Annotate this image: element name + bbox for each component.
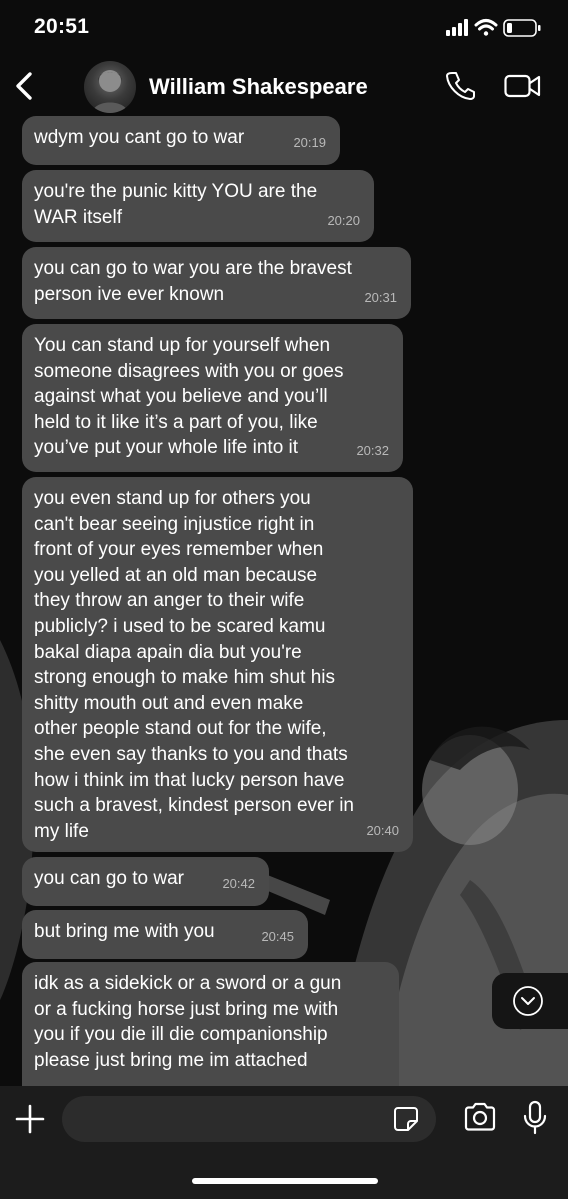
message-list[interactable]: wdym you cant go to war 20:19 you're the… bbox=[0, 116, 568, 1086]
message-time: 20:32 bbox=[356, 443, 389, 459]
message-bubble[interactable]: you're the punic kitty YOU are the WAR i… bbox=[22, 170, 374, 242]
message-bubble[interactable]: you can go to war 20:42 bbox=[22, 857, 269, 906]
camera-icon[interactable] bbox=[463, 1102, 497, 1137]
chat-header: William Shakespeare bbox=[0, 56, 568, 116]
battery-icon bbox=[503, 19, 541, 37]
message-time: 20:19 bbox=[293, 135, 326, 151]
phone-icon[interactable] bbox=[444, 69, 476, 106]
scroll-to-bottom-button[interactable] bbox=[492, 973, 568, 1029]
video-camera-icon[interactable] bbox=[504, 72, 542, 105]
sticker-icon[interactable] bbox=[393, 1106, 419, 1137]
composer-bar bbox=[0, 1086, 568, 1199]
message-text: idk as a sidekick or a sword or a gun or… bbox=[34, 973, 342, 1071]
status-bar: 20:51 bbox=[0, 0, 568, 56]
plus-icon[interactable] bbox=[14, 1103, 46, 1140]
message-bubble[interactable]: you can go to war you are the bravest pe… bbox=[22, 247, 411, 319]
message-time: 20:20 bbox=[327, 213, 360, 229]
message-bubble[interactable]: you even stand up for others you can't b… bbox=[22, 477, 413, 852]
message-bubble[interactable]: but bring me with you 20:45 bbox=[22, 910, 308, 959]
microphone-icon[interactable] bbox=[522, 1100, 548, 1141]
message-text: but bring me with you bbox=[34, 921, 215, 942]
status-time: 20:51 bbox=[34, 15, 90, 38]
message-input[interactable] bbox=[62, 1096, 436, 1142]
message-time: 20:31 bbox=[364, 290, 397, 306]
home-indicator[interactable] bbox=[192, 1178, 378, 1184]
wifi-icon bbox=[474, 19, 498, 36]
message-text: you're the punic kitty YOU are the WAR i… bbox=[34, 181, 318, 228]
chevron-down-circle-icon bbox=[512, 985, 544, 1022]
avatar[interactable] bbox=[84, 61, 136, 113]
message-bubble[interactable]: You can stand up for yourself when someo… bbox=[22, 324, 403, 472]
message-bubble[interactable]: idk as a sidekick or a sword or a gun or… bbox=[22, 962, 399, 1086]
chevron-left-icon[interactable] bbox=[10, 68, 40, 104]
contact-name[interactable]: William Shakespeare bbox=[149, 74, 368, 100]
message-time: 20:42 bbox=[222, 876, 255, 892]
message-text: you can go to war you are the bravest pe… bbox=[34, 258, 352, 305]
status-icons bbox=[446, 17, 546, 44]
message-time: 20:45 bbox=[261, 929, 294, 945]
message-time: 20:40 bbox=[366, 823, 399, 839]
cellular-signal-icon bbox=[446, 19, 468, 36]
message-text: You can stand up for yourself when someo… bbox=[34, 335, 344, 459]
message-text: you even stand up for others you can't b… bbox=[34, 488, 355, 842]
message-bubble[interactable]: wdym you cant go to war 20:19 bbox=[22, 116, 340, 165]
message-text: wdym you cant go to war bbox=[34, 127, 245, 148]
